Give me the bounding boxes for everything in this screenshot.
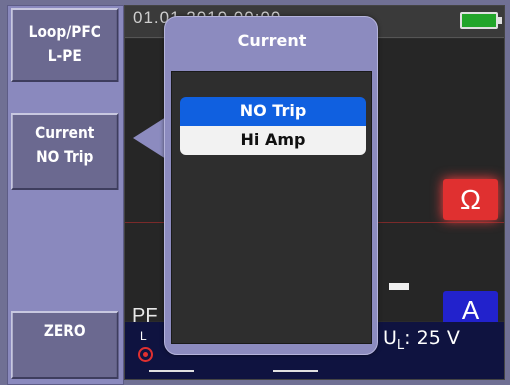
instrument-display: Loop/PFC L-PE Current NO Trip ZERO 01.01… [0, 0, 510, 385]
loop-pfc-softkey[interactable]: Loop/PFC L-PE [11, 8, 119, 82]
loop-pfc-label: Loop/PFC [28, 22, 101, 41]
ul-value: : 25 V [404, 327, 460, 349]
current-label: Current [35, 123, 95, 142]
zero-softkey[interactable]: ZERO [11, 311, 119, 379]
current-mode-label: NO Trip [36, 147, 94, 166]
battery-tip [498, 17, 502, 24]
ul-symbol: U [383, 327, 397, 349]
touch-voltage-limit: UL: 25 V [383, 327, 460, 353]
dash-readout [389, 283, 409, 290]
probe-terminal-icon [138, 347, 153, 362]
popup-option-list: NO Trip Hi Amp [171, 71, 372, 344]
popup-pointer [133, 117, 166, 159]
zero-label: ZERO [43, 321, 86, 340]
ohm-unit-badge: Ω [443, 179, 498, 220]
probe-wire [149, 370, 194, 372]
option-no-trip[interactable]: NO Trip [180, 97, 366, 126]
popup-title: Current [237, 31, 307, 50]
battery-full-icon [460, 12, 498, 29]
current-popup: Current NO Trip Hi Amp [164, 16, 378, 355]
softkey-panel: Loop/PFC L-PE Current NO Trip ZERO [7, 5, 124, 385]
probe-wire [273, 370, 318, 372]
loop-mode-label: L-PE [47, 46, 82, 65]
option-hi-amp[interactable]: Hi Amp [180, 126, 366, 155]
current-softkey[interactable]: Current NO Trip [11, 113, 119, 190]
line-terminal-label: L [140, 329, 147, 343]
